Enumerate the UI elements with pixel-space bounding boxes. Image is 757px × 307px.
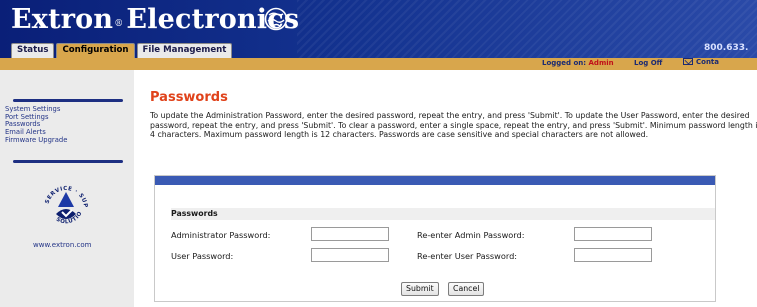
admin-password-input[interactable] xyxy=(311,227,389,241)
sidebar: System Settings Port Settings Passwords … xyxy=(0,70,134,307)
header-banner: Extron® Electronics 800.633. Status Confi… xyxy=(0,0,757,58)
sidebar-item-firmware-upgrade[interactable]: Firmware Upgrade xyxy=(5,136,67,145)
sidebar-divider-bottom xyxy=(13,160,123,163)
page-title: Passwords xyxy=(150,90,228,105)
phone-number: 800.633. xyxy=(704,43,749,53)
service-support-logo-icon: SERVICE · SUPPORT SOLUTIONS xyxy=(38,178,88,225)
contact-label: Conta xyxy=(696,58,719,66)
tab-status[interactable]: Status xyxy=(11,43,55,58)
form-section-title: Passwords xyxy=(171,208,715,220)
mail-icon xyxy=(683,58,693,65)
brand-registered-mark: ® xyxy=(114,19,124,29)
tab-file-management[interactable]: File Management xyxy=(136,43,233,58)
globe-icon xyxy=(264,7,288,31)
user-password-confirm-input[interactable] xyxy=(574,248,652,262)
admin-password-confirm-label: Re-enter Admin Password: xyxy=(417,230,525,240)
cancel-button[interactable]: Cancel xyxy=(448,282,485,296)
sidebar-divider-top xyxy=(13,99,123,102)
panel-header-bar xyxy=(155,176,715,185)
admin-password-confirm-input[interactable] xyxy=(574,227,652,241)
main-tabs: Status Configuration File Management xyxy=(11,43,234,58)
user-password-confirm-label: Re-enter User Password: xyxy=(417,251,518,261)
password-form-panel: Passwords Administrator Password: Re-ent… xyxy=(154,175,716,302)
logged-on-user: Admin xyxy=(588,59,614,67)
brand-logo: Extron® Electronics xyxy=(11,4,299,35)
admin-password-label: Administrator Password: xyxy=(171,230,271,240)
logged-on-indicator: Logged on: Admin xyxy=(542,59,614,67)
status-bar: Logged on: Admin Log Off Conta xyxy=(0,58,757,70)
logged-on-label: Logged on: xyxy=(542,59,587,67)
log-off-link[interactable]: Log Off xyxy=(634,59,662,67)
user-password-label: User Password: xyxy=(171,251,234,261)
tab-configuration[interactable]: Configuration xyxy=(56,43,135,58)
instructions-text: To update the Administration Password, e… xyxy=(150,111,757,139)
brand-name: Extron xyxy=(11,4,114,35)
submit-button[interactable]: Submit xyxy=(401,282,439,296)
user-password-input[interactable] xyxy=(311,248,389,262)
extron-website-link[interactable]: www.extron.com xyxy=(33,241,91,249)
contact-link[interactable]: Conta xyxy=(683,58,719,66)
sidebar-nav: System Settings Port Settings Passwords … xyxy=(5,105,67,145)
